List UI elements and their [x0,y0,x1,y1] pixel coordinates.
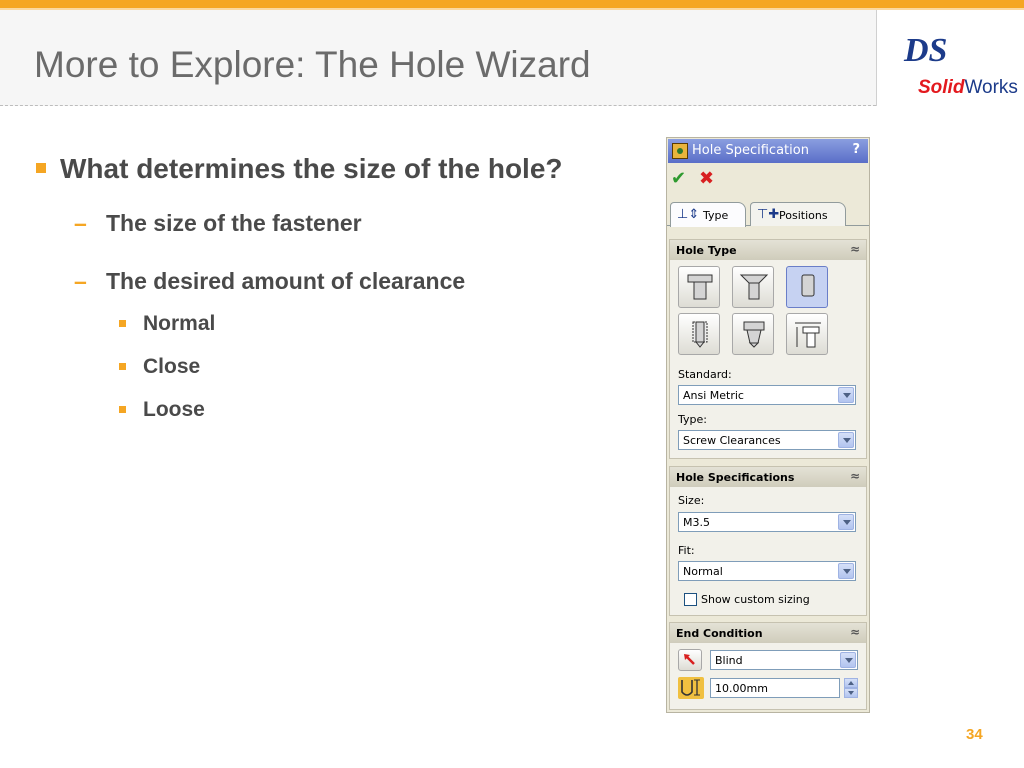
tab-type[interactable]: ⊥⇕ Type [670,202,746,227]
hole-button[interactable] [786,266,828,308]
depth-icon [678,677,704,699]
type-value: Screw Clearances [683,434,781,447]
pipe-tap-button[interactable] [732,313,774,355]
header-divider [876,10,877,106]
legacy-hole-button[interactable] [786,313,828,355]
depth-value: 10.00mm [715,682,768,695]
collapse-icon[interactable]: ≈ [850,625,860,639]
bullet-answer: – The desired amount of clearance [34,267,614,295]
bullet-question: What determines the size of the hole? [34,152,614,185]
page-number: 34 [966,726,983,743]
bullet-square-icon [119,406,126,413]
tab-type-label: Type [703,209,729,222]
collapse-icon[interactable]: ≈ [850,469,860,483]
dash-icon: – [74,210,87,236]
custom-sizing-checkbox[interactable] [684,593,697,606]
standard-select[interactable]: Ansi Metric [678,385,856,405]
bullet-answer-text: The desired amount of clearance [106,268,466,294]
chevron-down-icon[interactable] [838,432,854,448]
bullet-list: What determines the size of the hole? – … [34,152,614,423]
help-button[interactable]: ? [852,142,860,157]
hole-type-group: Hole Type ≈ Standard: Ansi Metric Type: … [669,239,867,459]
hole-specification-panel: Hole Specification ? ✔ ✖ ⊥⇕ Type ⊤✚ Posi… [666,137,870,713]
bullet-clearance: Normal [34,311,614,337]
slide-header: More to Explore: The Hole Wizard [0,10,876,106]
type-tab-icon: ⊥⇕ [677,207,700,222]
hole-wizard-icon [672,143,688,159]
size-value: M3.5 [683,516,710,529]
hole-specifications-header[interactable]: Hole Specifications ≈ [670,467,866,487]
bullet-clearance-text: Normal [143,312,216,335]
spin-down-icon[interactable] [844,688,858,698]
logo-solid: Solid [918,77,965,98]
end-condition-title: End Condition [676,627,763,640]
bullet-question-text: What determines the size of the hole? [60,153,563,184]
type-label: Type: [678,413,707,426]
bullet-answer: – The size of the fastener [34,209,614,237]
custom-sizing-label[interactable]: Show custom sizing [701,593,810,606]
solidworks-logo: DS SolidWorks [896,30,1018,100]
legacy-hole-icon [795,322,821,348]
fit-value: Normal [683,565,723,578]
standard-label: Standard: [678,368,732,381]
chevron-down-icon[interactable] [838,563,854,579]
hole-icon [801,274,815,297]
bullet-clearance: Close [34,354,614,380]
pipe-tap-icon [743,321,765,348]
depth-spinner[interactable] [844,678,858,698]
end-condition-header[interactable]: End Condition ≈ [670,623,866,643]
bullet-answer-text: The size of the fastener [106,210,362,236]
tab-positions-label: Positions [779,209,828,222]
ds-logo-text: DS [904,32,948,69]
ok-button[interactable]: ✔ [671,168,686,189]
type-select[interactable]: Screw Clearances [678,430,856,450]
bullet-square-icon [119,363,126,370]
fit-label: Fit: [678,544,695,557]
hole-type-header[interactable]: Hole Type ≈ [670,240,866,260]
panel-tabs: ⊥⇕ Type ⊤✚ Positions [667,202,869,227]
tap-button[interactable] [678,313,720,355]
bullet-clearance-text: Loose [143,398,205,421]
tab-positions[interactable]: ⊤✚ Positions [750,202,846,226]
dash-icon: – [74,268,87,294]
top-accent-bar [0,0,1024,10]
bullet-clearance: Loose [34,397,614,423]
ds-logo-icon: DS [904,32,947,70]
chevron-down-icon[interactable] [840,652,856,668]
cancel-button[interactable]: ✖ [699,168,714,189]
size-label: Size: [678,494,705,507]
logo-works: Works [964,77,1018,98]
counterbore-button[interactable] [678,266,720,308]
end-condition-group: End Condition ≈ Blind 10.00mm [669,622,867,710]
depth-input[interactable]: 10.00mm [710,678,840,698]
standard-value: Ansi Metric [683,389,744,402]
panel-title-bar: Hole Specification ? [668,139,868,163]
size-select[interactable]: M3.5 [678,512,856,532]
hole-type-title: Hole Type [676,244,737,257]
chevron-down-icon[interactable] [838,387,854,403]
chevron-down-icon[interactable] [838,514,854,530]
bullet-square-icon [36,163,46,173]
countersink-icon [739,274,769,300]
end-condition-value: Blind [715,654,743,667]
bullet-clearance-text: Close [143,355,201,378]
reverse-direction-icon [684,654,695,665]
bullet-square-icon [119,320,126,327]
reverse-direction-button[interactable] [678,649,702,671]
spin-up-icon[interactable] [844,678,858,688]
fit-select[interactable]: Normal [678,561,856,581]
end-condition-select[interactable]: Blind [710,650,858,670]
slide-title: More to Explore: The Hole Wizard [34,44,591,85]
positions-tab-icon: ⊤✚ [757,207,780,222]
tap-icon [692,321,708,348]
countersink-button[interactable] [732,266,774,308]
collapse-icon[interactable]: ≈ [850,242,860,256]
logo-wordmark: SolidWorks [918,77,1018,99]
counterbore-icon [687,274,713,300]
hole-specifications-title: Hole Specifications [676,471,795,484]
panel-title: Hole Specification [692,143,809,158]
hole-specifications-group: Hole Specifications ≈ Size: M3.5 Fit: No… [669,466,867,616]
